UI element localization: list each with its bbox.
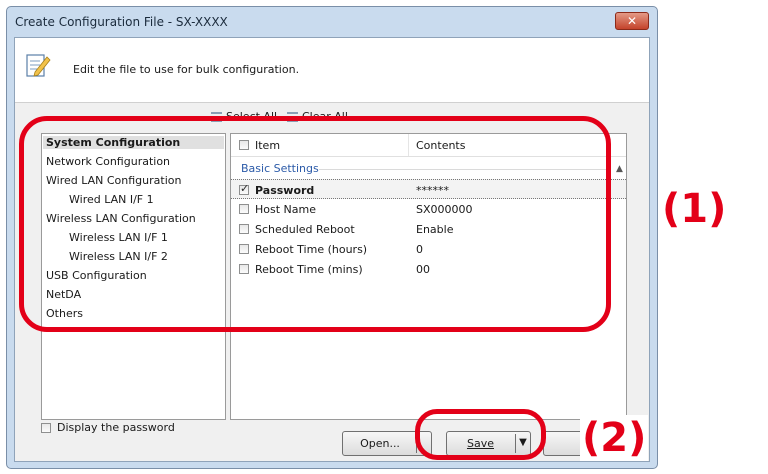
title-bar[interactable]: Create Configuration File - SX-XXXX ✕ [7,7,657,37]
window-title: Create Configuration File - SX-XXXX [15,15,228,29]
close-button[interactable]: ✕ [615,12,649,30]
open-label: Open... [360,437,400,450]
annotation-label-2: (2) [580,415,649,461]
header-band: Edit the file to use for bulk configurat… [15,38,649,103]
display-password-checkbox[interactable] [41,422,51,433]
edit-document-icon [26,54,51,77]
close-icon[interactable]: ✕ [627,14,637,28]
display-password-option[interactable]: Display the password [41,421,175,434]
display-password-label: Display the password [57,421,175,434]
instruction-text: Edit the file to use for bulk configurat… [73,63,300,76]
annotation-label-1: (1) [662,186,727,232]
annotation-box-2 [415,409,546,460]
annotation-box-1 [19,116,611,332]
collapse-icon[interactable]: ▲ [616,164,623,174]
